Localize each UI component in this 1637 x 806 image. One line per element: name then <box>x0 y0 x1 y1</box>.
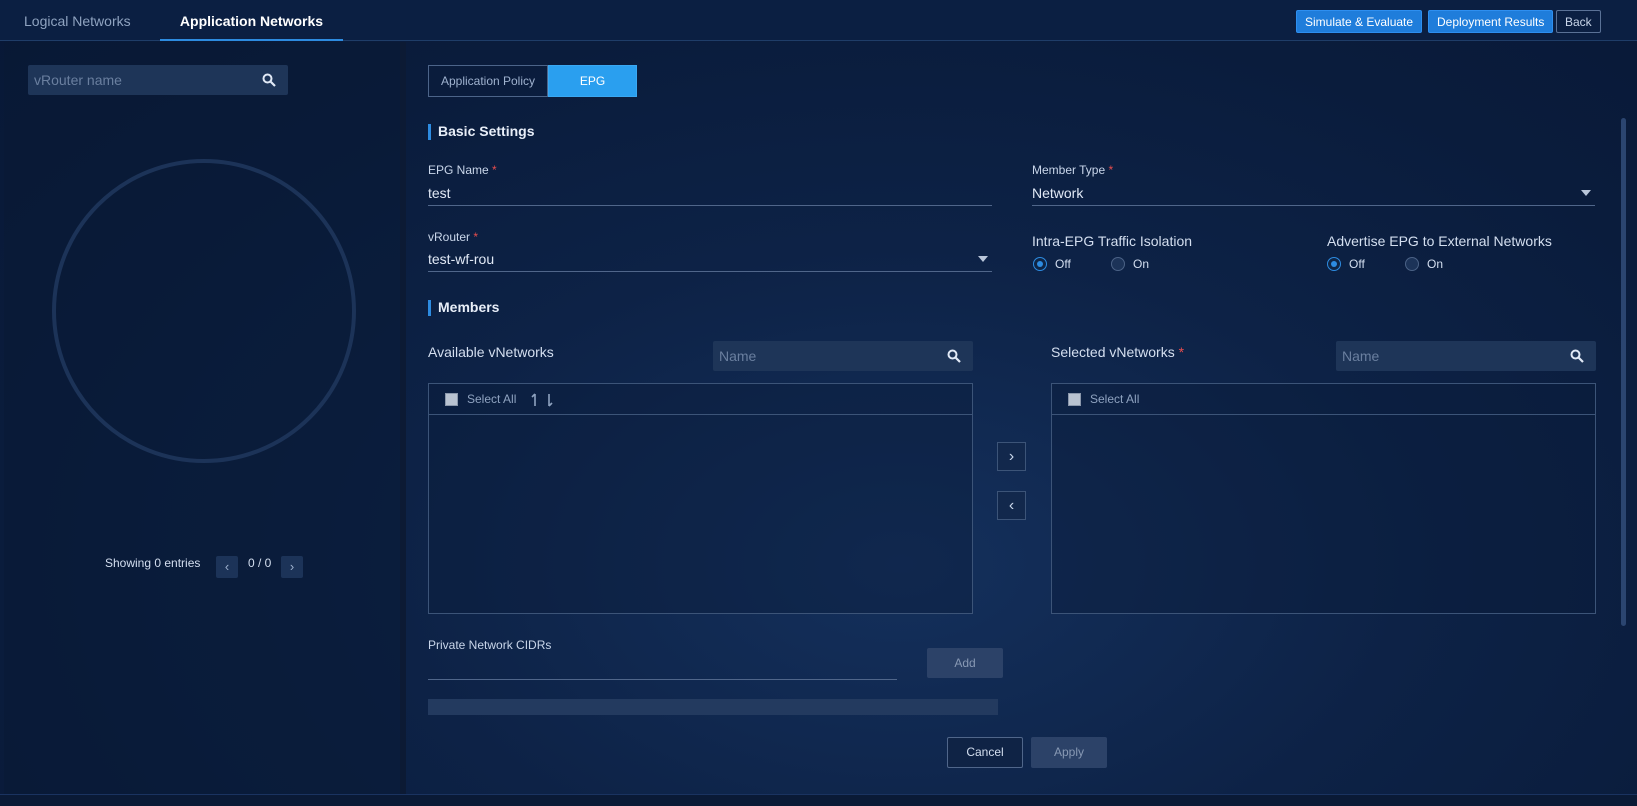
tab-epg[interactable]: EPG <box>548 65 637 97</box>
selected-vnetworks-list[interactable]: Select All <box>1051 383 1596 614</box>
isolation-on-label: On <box>1133 257 1150 271</box>
vrouter-label: vRouter * <box>428 230 479 244</box>
selected-select-all-label: Select All <box>1090 392 1140 406</box>
search-icon[interactable] <box>947 349 961 363</box>
available-vnetworks-list[interactable]: Select All <box>428 383 973 614</box>
available-select-all-checkbox[interactable] <box>445 393 458 406</box>
required-mark: * <box>1108 163 1114 177</box>
vrouter-search <box>28 65 288 95</box>
advertise-label: Advertise EPG to External Networks <box>1327 233 1552 249</box>
isolation-off-label: Off <box>1055 257 1071 271</box>
selected-list-header: Select All <box>1052 384 1595 415</box>
entries-count: Showing 0 entries <box>105 556 201 570</box>
advertise-on-radio[interactable] <box>1405 257 1419 271</box>
chevron-left-icon: ‹ <box>224 559 230 574</box>
epg-name-field[interactable]: test <box>428 182 992 206</box>
page-indicator: 0 / 0 <box>248 556 272 570</box>
vrouter-select[interactable]: test-wf-rou <box>428 248 992 272</box>
back-button[interactable]: Back <box>1556 10 1601 33</box>
chevron-right-icon: › <box>289 559 295 574</box>
epg-name-label: EPG Name * <box>428 163 497 177</box>
sort-icon[interactable] <box>527 392 557 408</box>
available-search <box>713 341 973 371</box>
move-right-button[interactable]: › <box>997 442 1026 471</box>
tab-application-networks[interactable]: Application Networks <box>160 0 343 41</box>
selected-search <box>1336 341 1596 371</box>
available-vnetworks-label: Available vNetworks <box>428 344 554 360</box>
basic-settings-heading: Basic Settings <box>428 123 534 140</box>
selected-search-input[interactable] <box>1336 341 1556 371</box>
isolation-off-radio[interactable] <box>1033 257 1047 271</box>
move-left-button[interactable]: ‹ <box>997 491 1026 520</box>
available-list-header: Select All <box>429 384 972 415</box>
cancel-button[interactable]: Cancel <box>947 737 1023 768</box>
simulate-evaluate-button[interactable]: Simulate & Evaluate <box>1296 10 1423 33</box>
isolation-label: Intra-EPG Traffic Isolation <box>1032 233 1193 249</box>
cidr-list-bar <box>428 699 998 715</box>
member-type-label: Member Type * <box>1032 163 1114 177</box>
members-heading: Members <box>428 299 499 316</box>
cidr-label: Private Network CIDRs <box>428 638 552 652</box>
cidr-field <box>428 656 897 680</box>
isolation-on-radio[interactable] <box>1111 257 1125 271</box>
scrollbar[interactable] <box>1621 118 1626 626</box>
next-page-button[interactable]: › <box>281 556 303 578</box>
cidr-input[interactable] <box>428 656 897 678</box>
required-mark: * <box>1178 344 1185 360</box>
bottom-edge <box>0 794 1637 806</box>
vrouter-search-input[interactable] <box>28 65 248 95</box>
tab-logical-networks[interactable]: Logical Networks <box>24 0 131 41</box>
advertise-off-label: Off <box>1349 257 1365 271</box>
available-select-all-label: Select All <box>467 392 517 406</box>
chevron-down-icon <box>978 256 988 262</box>
prev-page-button[interactable]: ‹ <box>216 556 238 578</box>
required-mark: * <box>473 230 479 244</box>
search-icon[interactable] <box>262 73 276 87</box>
top-bar: Logical Networks Application Networks Si… <box>0 0 1637 41</box>
required-mark: * <box>492 163 497 177</box>
chevron-right-icon: › <box>1008 448 1015 465</box>
apply-button[interactable]: Apply <box>1031 737 1107 768</box>
panel-divider <box>400 42 406 794</box>
member-type-select[interactable]: Network <box>1032 182 1595 206</box>
search-icon[interactable] <box>1570 349 1584 363</box>
advertise-off-radio[interactable] <box>1327 257 1341 271</box>
selected-select-all-checkbox[interactable] <box>1068 393 1081 406</box>
topology-placeholder-circle <box>52 159 356 463</box>
selected-vnetworks-label: Selected vNetworks * <box>1051 344 1185 360</box>
chevron-left-icon: ‹ <box>1008 497 1015 514</box>
available-search-input[interactable] <box>713 341 933 371</box>
chevron-down-icon <box>1581 190 1591 196</box>
advertise-on-label: On <box>1427 257 1444 271</box>
add-cidr-button[interactable]: Add <box>927 648 1003 678</box>
deployment-results-button[interactable]: Deployment Results <box>1428 10 1554 33</box>
tab-application-policy[interactable]: Application Policy <box>428 65 548 97</box>
